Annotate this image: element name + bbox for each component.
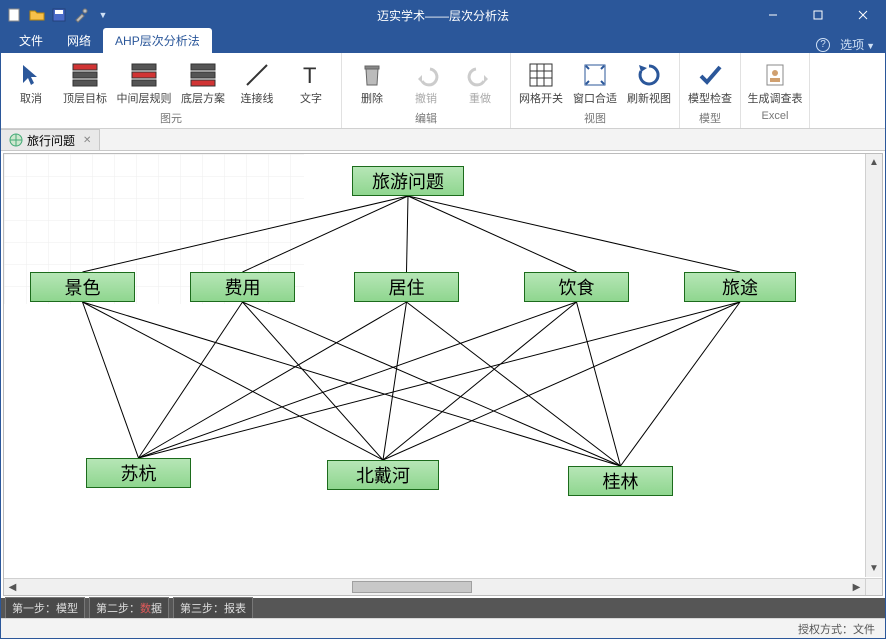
text-button[interactable]: T 文字 [287, 57, 335, 107]
delete-button[interactable]: 删除 [348, 57, 396, 107]
ribbon-group-edit: 删除 撤销 重做 编辑 [342, 53, 511, 128]
line-icon [241, 59, 273, 91]
fit-icon [579, 59, 611, 91]
step-2[interactable]: 第二步：数据 [89, 597, 169, 619]
redo-icon [464, 59, 496, 91]
menubar: 文件 网络 AHP层次分析法 ? 选项▼ [1, 29, 885, 53]
menubar-right: ? 选项▼ [816, 36, 885, 53]
layer-mid-icon [128, 59, 160, 91]
undo-button[interactable]: 撤销 [402, 57, 450, 107]
ribbon-group-label: 模型 [686, 107, 734, 128]
ribbon-group-model: 模型检查 模型 [680, 53, 741, 128]
cancel-button[interactable]: 取消 [7, 57, 55, 107]
ribbon-group-excel: 生成调查表 Excel [741, 53, 810, 128]
close-icon[interactable]: ✕ [83, 135, 91, 146]
node-a3[interactable]: 桂林 [568, 466, 673, 496]
menu-network[interactable]: 网络 [55, 28, 103, 53]
tools-icon[interactable] [73, 7, 89, 23]
layer-bottom-icon [187, 59, 219, 91]
ribbon-group-label: 编辑 [348, 107, 504, 128]
vertical-scrollbar[interactable]: ▲▼ [865, 154, 882, 577]
doc-tabs: 旅行问题 ✕ [1, 129, 885, 151]
ribbon-group-label: 图元 [7, 107, 335, 128]
ribbon: 取消 顶层目标 中间层规则 底层方案 连接线 [1, 53, 885, 129]
chevron-down-icon: ▼ [866, 41, 875, 51]
node-a1[interactable]: 苏杭 [86, 458, 191, 488]
ribbon-group-label: 视图 [517, 107, 673, 128]
node-goal[interactable]: 旅游问题 [352, 166, 464, 196]
undo-icon [410, 59, 442, 91]
layer-red-icon [69, 59, 101, 91]
save-icon[interactable] [51, 7, 67, 23]
quick-access-toolbar: ▼ [1, 7, 111, 23]
maximize-button[interactable] [795, 1, 840, 29]
model-check-button[interactable]: 模型检查 [686, 57, 734, 107]
text-icon: T [295, 59, 327, 91]
ribbon-group-elements: 取消 顶层目标 中间层规则 底层方案 连接线 [1, 53, 342, 128]
qat-dropdown-icon[interactable]: ▼ [95, 7, 111, 23]
refresh-icon [633, 59, 665, 91]
window-title: 迈实学术——层次分析法 [377, 7, 509, 24]
diagram-canvas[interactable]: ▲▼ ◀▶ 旅游问题景色 费用 居住 饮食 旅途苏杭 北戴河 桂林 [3, 153, 883, 596]
node-a2[interactable]: 北戴河 [327, 460, 439, 490]
pointer-icon [15, 59, 47, 91]
grid-icon [525, 59, 557, 91]
node-c4[interactable]: 饮食 [524, 272, 629, 302]
step-1[interactable]: 第一步：模型 [5, 597, 85, 619]
menu-ahp[interactable]: AHP层次分析法 [103, 28, 212, 53]
window-controls [750, 1, 885, 29]
top-goal-button[interactable]: 顶层目标 [61, 57, 109, 107]
options-dropdown[interactable]: 选项▼ [840, 36, 875, 53]
gen-survey-button[interactable]: 生成调查表 [747, 57, 803, 107]
node-c1[interactable]: 景色 [30, 272, 135, 302]
trash-icon [356, 59, 388, 91]
mid-rule-button[interactable]: 中间层规则 [115, 57, 173, 107]
globe-icon [9, 133, 23, 147]
close-button[interactable] [840, 1, 885, 29]
node-c2[interactable]: 费用 [190, 272, 295, 302]
doc-tab-travel[interactable]: 旅行问题 ✕ [1, 129, 100, 150]
diagram-edges [4, 154, 882, 595]
redo-button[interactable]: 重做 [456, 57, 504, 107]
bottom-plan-button[interactable]: 底层方案 [179, 57, 227, 107]
svg-text:T: T [303, 63, 316, 88]
open-folder-icon[interactable] [29, 7, 45, 23]
check-icon [694, 59, 726, 91]
grid-toggle-button[interactable]: 网格开关 [517, 57, 565, 107]
scroll-corner [865, 578, 882, 595]
survey-icon [759, 59, 791, 91]
connector-button[interactable]: 连接线 [233, 57, 281, 107]
refresh-view-button[interactable]: 刷新视图 [625, 57, 673, 107]
menu-file[interactable]: 文件 [7, 28, 55, 53]
status-text: 授权方式：文件 [798, 621, 875, 637]
fit-window-button[interactable]: 窗口合适 [571, 57, 619, 107]
node-c5[interactable]: 旅途 [684, 272, 796, 302]
horizontal-scrollbar[interactable]: ◀▶ [4, 578, 865, 595]
titlebar: ▼ 迈实学术——层次分析法 [1, 1, 885, 29]
doc-tab-label: 旅行问题 [27, 132, 75, 149]
help-icon[interactable]: ? [816, 38, 830, 52]
ribbon-group-view: 网格开关 窗口合适 刷新视图 视图 [511, 53, 680, 128]
ribbon-group-label: Excel [747, 107, 803, 124]
steps-bar: 第一步：模型 第二步：数据 第三步：报表 [1, 598, 885, 618]
node-c3[interactable]: 居住 [354, 272, 459, 302]
app-window: ▼ 迈实学术——层次分析法 文件 网络 AHP层次分析法 ? 选项▼ 取消 [0, 0, 886, 639]
step-3[interactable]: 第三步：报表 [173, 597, 253, 619]
minimize-button[interactable] [750, 1, 795, 29]
statusbar: 授权方式：文件 [1, 618, 885, 638]
new-file-icon[interactable] [7, 7, 23, 23]
